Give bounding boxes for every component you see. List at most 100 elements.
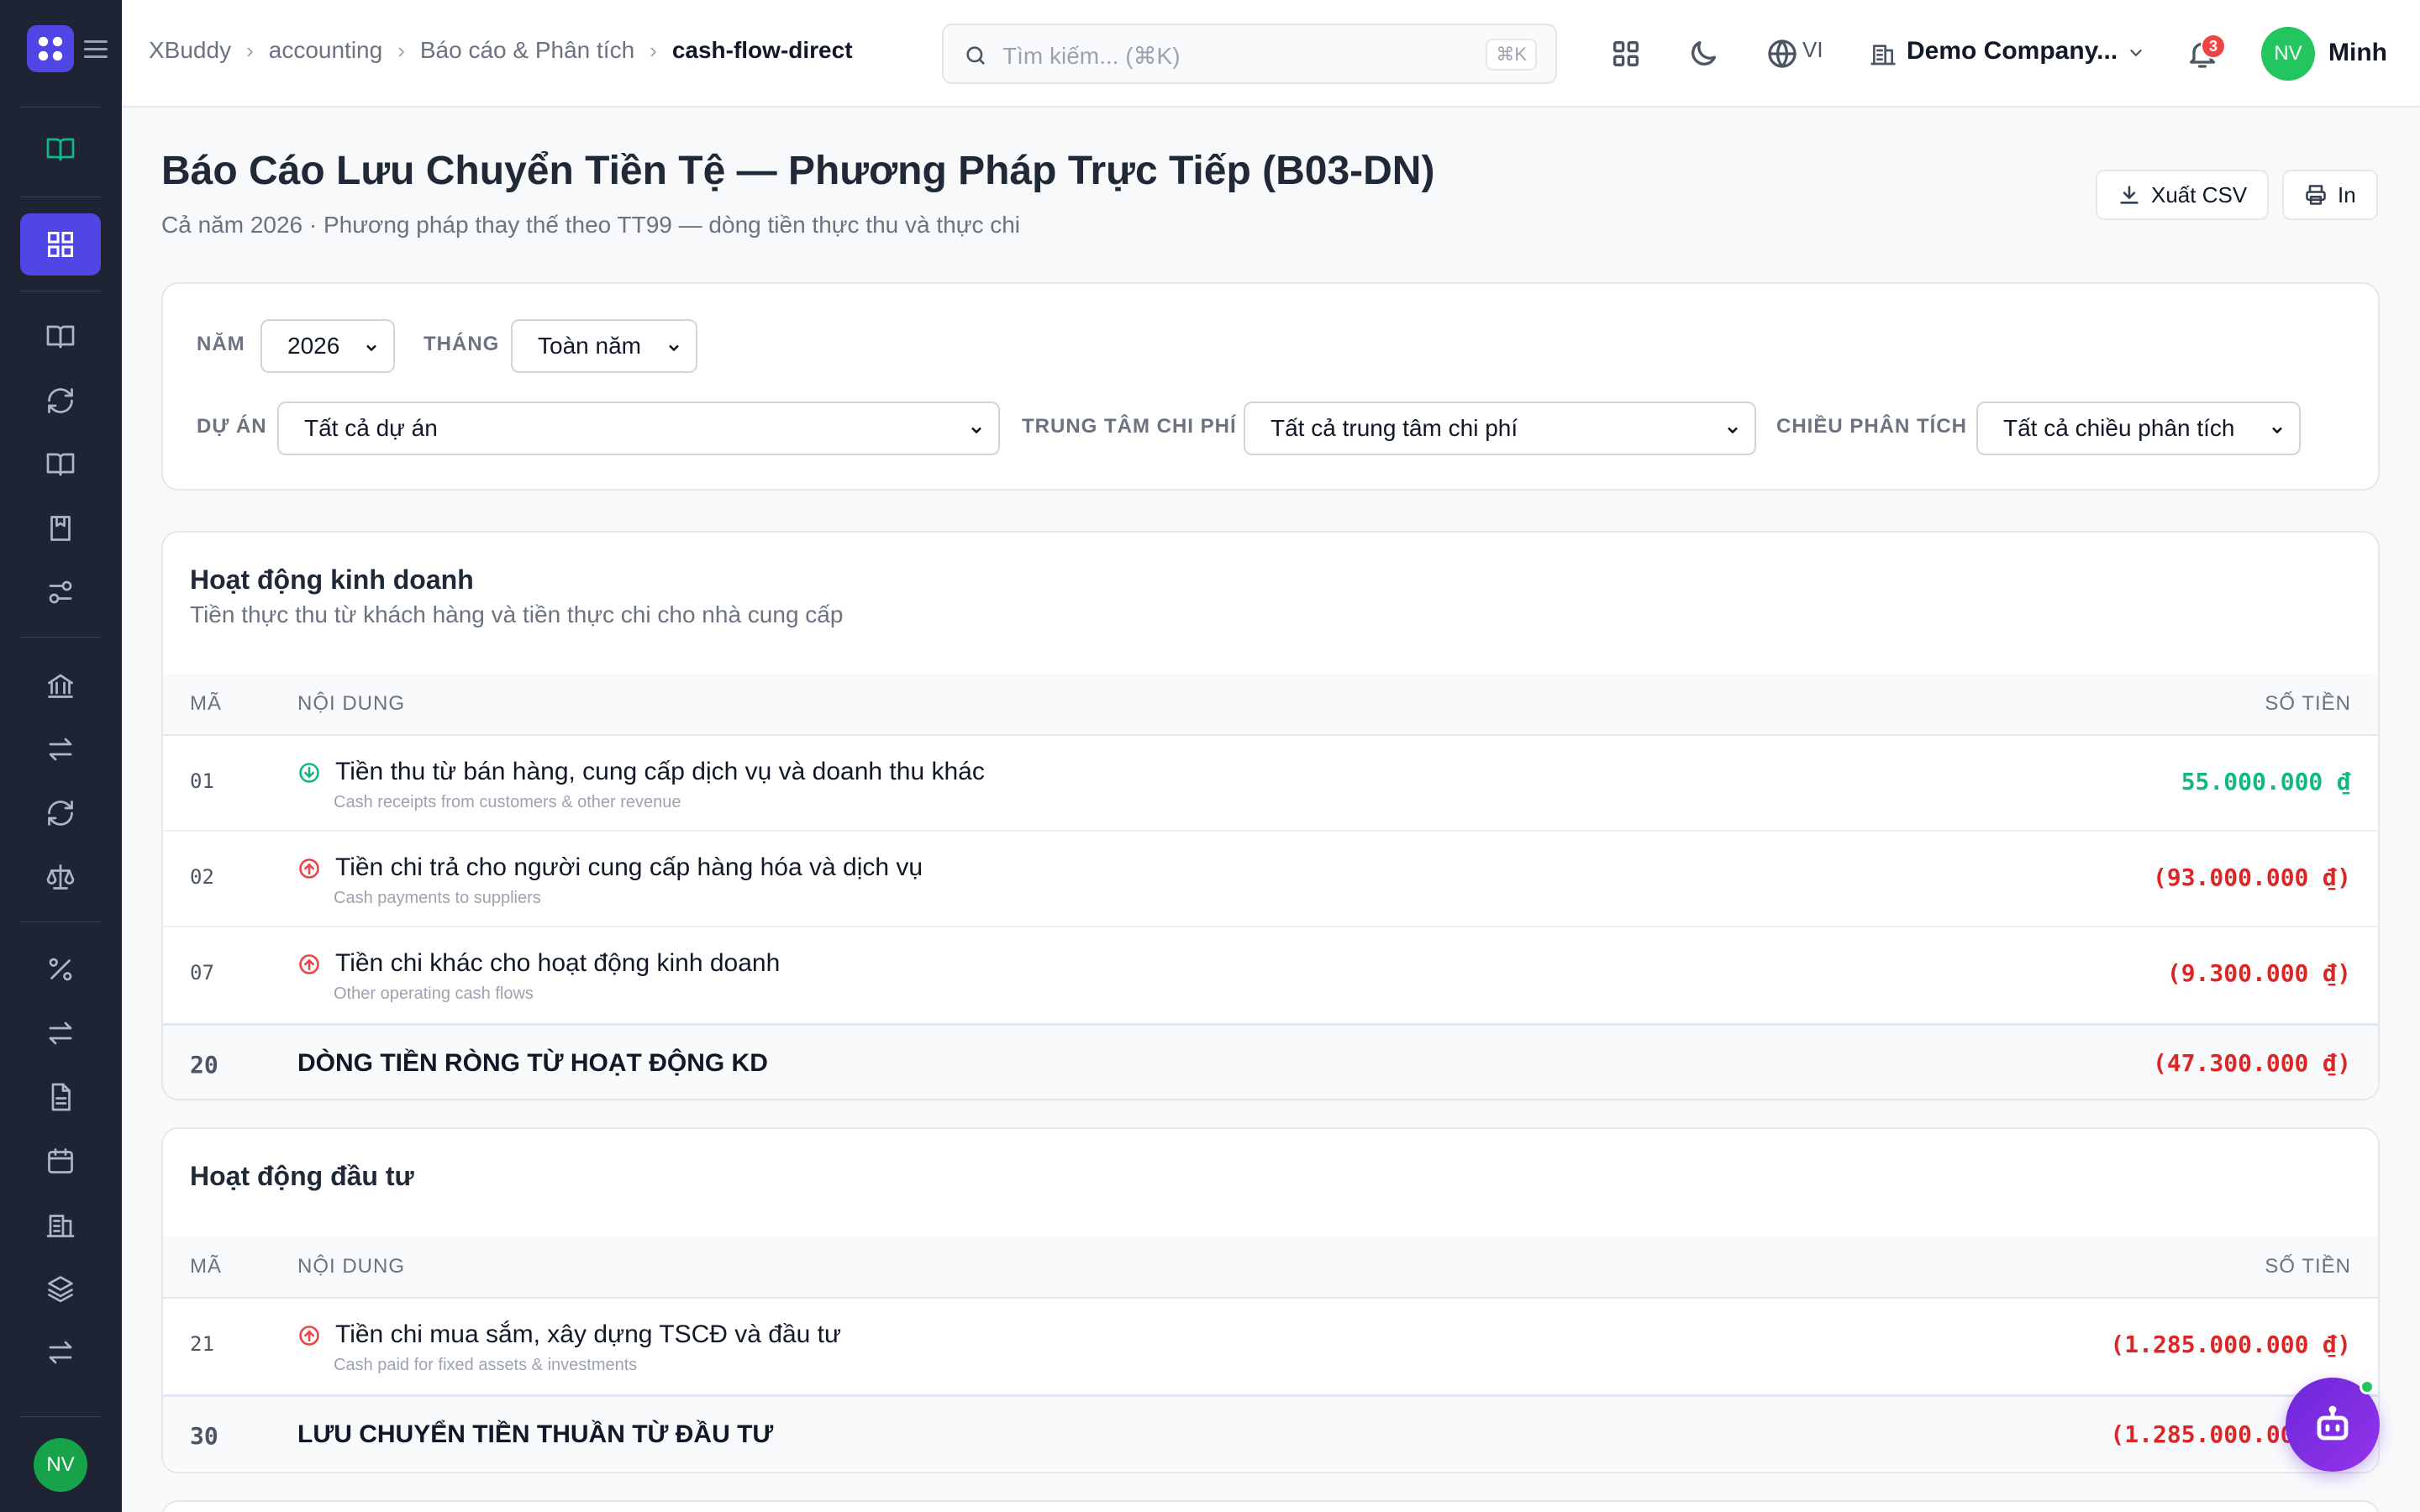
chevron-down-icon xyxy=(2272,427,2282,434)
column-header-code: MÃ xyxy=(190,1255,222,1278)
page-title: Báo Cáo Lưu Chuyển Tiền Tệ — Phương Pháp… xyxy=(161,149,1435,193)
ledger-icon[interactable] xyxy=(40,444,81,485)
app-logo-icon[interactable] xyxy=(27,25,74,72)
total-amount: (47.300.000 ₫) xyxy=(2152,1049,2351,1077)
row-amount: (93.000.000 ₫) xyxy=(2152,864,2351,891)
company-switcher[interactable]: Demo Company... xyxy=(1907,37,2118,66)
cost-center-select-value: Tất cả trung tâm chi phí xyxy=(1270,415,1518,441)
section-title: Hoạt động kinh doanh xyxy=(190,564,474,595)
chevron-right-icon: › xyxy=(246,37,254,63)
section-subtitle: Tiền thực thu từ khách hàng và tiền thực… xyxy=(190,601,844,627)
chevron-right-icon: › xyxy=(650,37,657,63)
search-input[interactable]: Tìm kiếm... (⌘K) ⌘K xyxy=(942,24,1557,84)
total-code: 30 xyxy=(190,1422,218,1450)
project-select[interactable]: Tất cả dự án xyxy=(277,402,1000,455)
layers-icon[interactable] xyxy=(40,1268,81,1309)
document-icon[interactable] xyxy=(40,1077,81,1117)
calendar-icon[interactable] xyxy=(40,1141,81,1181)
total-name: DÒNG TIỀN RÒNG TỪ HOẠT ĐỘNG KD xyxy=(297,1049,768,1077)
percent-icon[interactable] xyxy=(40,949,81,990)
column-header-content: NỘI DUNG xyxy=(297,692,405,715)
export-csv-button[interactable]: Xuất CSV xyxy=(2096,170,2270,220)
building-icon[interactable] xyxy=(40,1205,81,1245)
robot-icon xyxy=(2317,1405,2349,1441)
row-amount: (1.285.000.000 ₫) xyxy=(2110,1331,2351,1358)
project-filter-label: DỰ ÁN xyxy=(197,415,267,438)
user-avatar[interactable]: NV xyxy=(2261,27,2315,81)
moon-icon[interactable] xyxy=(1686,37,1720,71)
chevron-right-icon: › xyxy=(397,37,405,63)
menu-toggle-icon[interactable] xyxy=(84,40,108,59)
print-label: In xyxy=(2338,181,2356,207)
search-placeholder: Tìm kiếm... (⌘K) xyxy=(1002,43,1181,69)
month-select-value: Toàn năm xyxy=(538,333,641,359)
row-amount: (9.300.000 ₫) xyxy=(2166,959,2351,987)
cost-center-select[interactable]: Tất cả trung tâm chi phí xyxy=(1244,402,1756,455)
row-description: Cash receipts from customers & other rev… xyxy=(334,793,681,811)
table-row[interactable]: 21 Tiền chi mua sắm, xây dựng TSCĐ và đầ… xyxy=(163,1299,2378,1394)
notification-badge: 3 xyxy=(2201,34,2226,59)
dimension-filter-label: CHIỀU PHÂN TÍCH xyxy=(1776,415,1968,438)
arrow-up-circle-icon xyxy=(299,954,319,974)
row-code: 07 xyxy=(190,961,214,984)
sidebar-user-avatar[interactable]: NV xyxy=(34,1438,87,1492)
dimension-select[interactable]: Tất cả chiều phân tích xyxy=(1976,402,2301,455)
sliders-icon[interactable] xyxy=(40,572,81,612)
scale-icon[interactable] xyxy=(40,857,81,897)
apps-grid-icon[interactable] xyxy=(1609,37,1643,71)
page-subtitle: Cả năm 2026 · Phương pháp thay thế theo … xyxy=(161,212,1021,238)
globe-icon[interactable] xyxy=(1765,37,1799,71)
search-icon xyxy=(966,46,985,65)
breadcrumb-item[interactable]: Báo cáo & Phân tích xyxy=(420,37,634,64)
user-name[interactable]: Minh xyxy=(2328,39,2387,67)
swap-icon[interactable] xyxy=(40,1332,81,1373)
sidebar-divider xyxy=(20,1416,101,1417)
table-row[interactable]: 07 Tiền chi khác cho hoạt động kinh doan… xyxy=(163,927,2378,1023)
row-code: 02 xyxy=(190,865,214,889)
transfer-icon[interactable] xyxy=(40,729,81,769)
month-filter-label: THÁNG xyxy=(424,333,500,355)
chevron-down-icon xyxy=(1728,427,1738,434)
arrow-up-circle-icon xyxy=(299,1326,319,1346)
total-name: LƯU CHUYỂN TIỀN THUẦN TỪ ĐẦU TƯ xyxy=(297,1420,774,1448)
row-name: Tiền chi trả cho người cung cấp hàng hóa… xyxy=(335,853,923,881)
year-select[interactable]: 2026 xyxy=(260,319,395,373)
row-code: 01 xyxy=(190,769,214,793)
building-icon xyxy=(1870,40,1897,67)
chevron-down-icon xyxy=(366,344,376,352)
breadcrumb-item[interactable]: XBuddy xyxy=(149,37,231,64)
column-header-code: MÃ xyxy=(190,692,222,715)
exchange-icon[interactable] xyxy=(40,1013,81,1053)
column-header-amount: SỐ TIỀN xyxy=(2265,1255,2351,1278)
table-header: MÃ NỘI DUNG SỐ TIỀN xyxy=(163,1236,2378,1299)
breadcrumb-current: cash-flow-direct xyxy=(671,37,853,63)
language-switcher[interactable]: VI xyxy=(1802,37,1823,63)
table-row[interactable]: 01 Tiền thu từ bán hàng, cung cấp dịch v… xyxy=(163,736,2378,832)
refresh-icon[interactable] xyxy=(40,381,81,421)
bookmark-book-icon[interactable] xyxy=(40,508,81,549)
breadcrumb: XBuddy › accounting › Báo cáo & Phân tíc… xyxy=(149,37,853,64)
sync-icon[interactable] xyxy=(40,793,81,833)
search-shortcut: ⌘K xyxy=(1486,39,1537,71)
breadcrumb-item[interactable]: accounting xyxy=(269,37,382,64)
online-status-dot xyxy=(2360,1379,2375,1394)
cost-center-filter-label: TRUNG TÂM CHI PHÍ xyxy=(1022,415,1237,438)
row-description: Other operating cash flows xyxy=(334,984,534,1003)
column-header-content: NỘI DUNG xyxy=(297,1255,405,1278)
chevron-down-icon xyxy=(971,427,981,434)
print-button[interactable]: In xyxy=(2282,170,2378,220)
dashboard-nav-item[interactable] xyxy=(20,213,101,276)
table-row[interactable]: 02 Tiền chi trả cho người cung cấp hàng … xyxy=(163,832,2378,927)
dimension-select-value: Tất cả chiều phân tích xyxy=(2003,415,2235,441)
topbar: XBuddy › accounting › Báo cáo & Phân tíc… xyxy=(122,0,2420,108)
filters-card: NĂM 2026 THÁNG Toàn năm DỰ ÁN Tất cả dự … xyxy=(161,282,2380,491)
bank-icon[interactable] xyxy=(40,665,81,706)
total-code: 20 xyxy=(190,1051,218,1079)
chevron-down-icon[interactable] xyxy=(2127,44,2145,62)
arrow-down-circle-icon xyxy=(299,763,319,783)
row-description: Cash paid for fixed assets & investments xyxy=(334,1356,638,1374)
chevron-down-icon xyxy=(669,344,679,352)
month-select[interactable]: Toàn năm xyxy=(511,319,697,373)
book-open-icon[interactable] xyxy=(40,129,81,170)
journal-icon[interactable] xyxy=(40,317,81,357)
